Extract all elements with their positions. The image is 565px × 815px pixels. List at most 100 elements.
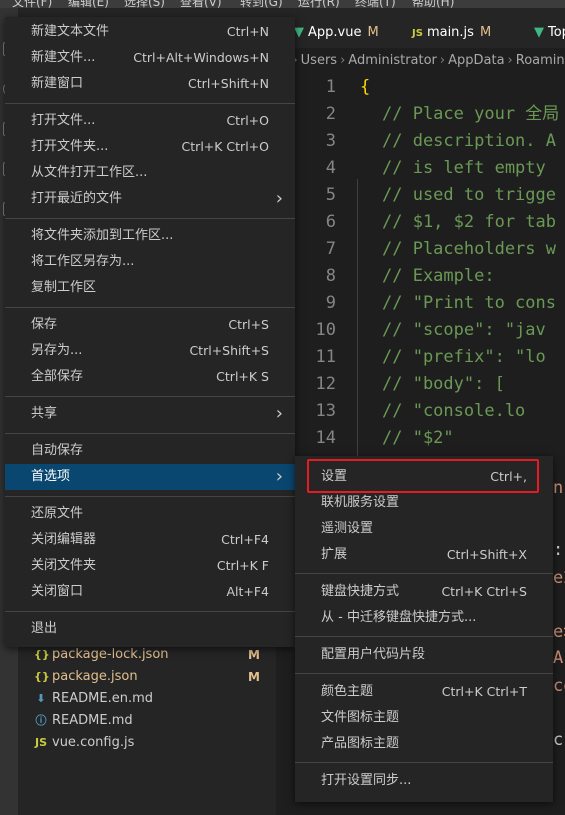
json-icon: {}: [34, 670, 50, 683]
chevron-right-icon: ›: [275, 188, 283, 209]
menu-item[interactable]: 新建文本文件 Ctrl+N: [5, 19, 295, 45]
tab-label: Top: [548, 25, 565, 40]
menu-item[interactable]: 关闭编辑器 Ctrl+F4: [5, 527, 295, 553]
menu-item[interactable]: 联机服务设置: [295, 490, 553, 516]
menu-item-label: 保存: [31, 317, 58, 332]
code-line: 10// "scope": "jav: [276, 317, 565, 344]
menu-separator: [5, 433, 295, 434]
peek-fragment: c: [553, 730, 564, 750]
breadcrumb-segment[interactable]: Users: [301, 53, 337, 68]
menu-item-label: 首选项: [31, 469, 71, 484]
menu-item[interactable]: 打开文件夹... Ctrl+K Ctrl+O: [5, 134, 295, 160]
menubar-item[interactable]: 编辑(E): [68, 0, 109, 8]
menu-item[interactable]: 还原文件: [5, 501, 295, 527]
markdown-icon: ⬇: [36, 692, 46, 705]
menu-item[interactable]: 遥测设置: [295, 516, 553, 542]
editor-tab[interactable]: JS main.js M: [412, 8, 491, 48]
menubar-item[interactable]: 终端(T): [355, 0, 396, 8]
menu-item[interactable]: 关闭文件夹 Ctrl+K F: [5, 553, 295, 579]
menu-item[interactable]: 颜色主题 Ctrl+K Ctrl+T: [295, 679, 553, 705]
peek-fragment: e>: [553, 622, 565, 642]
menubar-item[interactable]: 运行(R): [298, 0, 340, 8]
menu-item[interactable]: 产品图标主题: [295, 731, 553, 757]
menu-item[interactable]: 保存 Ctrl+S: [5, 312, 295, 338]
menu-item[interactable]: 首选项 ›: [5, 464, 295, 490]
code-line: 6// $1, $2 for tab: [276, 209, 565, 236]
menu-separator: [295, 636, 553, 637]
file-modified-badge: M: [248, 648, 260, 662]
explorer-file-item[interactable]: {} package-lock.json M: [18, 644, 276, 666]
menu-item-label: 颜色主题: [321, 684, 374, 699]
menu-item-label: 全部保存: [31, 369, 84, 384]
breadcrumb-segment[interactable]: AppData: [448, 53, 504, 68]
menu-item-label: 关闭文件夹: [31, 558, 97, 573]
explorer-file-item[interactable]: JS vue.config.js: [18, 732, 276, 754]
breadcrumb-segment[interactable]: Roamin: [516, 53, 565, 68]
menu-item-label: 打开文件夹...: [31, 139, 109, 154]
explorer-file-item[interactable]: {} package.json M: [18, 666, 276, 688]
menu-item[interactable]: 另存为... Ctrl+Shift+S: [5, 338, 295, 364]
menu-item-label: 自动保存: [31, 443, 84, 458]
menu-separator: [5, 307, 295, 308]
menu-item[interactable]: 将文件夹添加到工作区...: [5, 223, 295, 249]
vue-icon: ▼: [294, 25, 304, 40]
code-line: 9// "Print to cons: [276, 290, 565, 317]
menu-item[interactable]: 退出: [5, 616, 295, 642]
menu-item[interactable]: 打开文件... Ctrl+O: [5, 108, 295, 134]
menubar-item[interactable]: 文件(F): [12, 0, 52, 8]
menu-item[interactable]: 文件图标主题: [295, 705, 553, 731]
menu-item-label: 将文件夹添加到工作区...: [31, 228, 174, 243]
menu-item-shortcut: Ctrl+Alt+Windows+N: [133, 50, 269, 65]
menu-item[interactable]: 从文件打开工作区...: [5, 160, 295, 186]
code-line: 13// "console.lo: [276, 398, 565, 425]
peek-fragment: co: [553, 676, 565, 696]
menubar-item[interactable]: 帮助(H): [412, 0, 454, 8]
menu-item[interactable]: 将工作区另存为...: [5, 249, 295, 275]
menu-item[interactable]: 新建窗口 Ctrl+Shift+N: [5, 71, 295, 97]
menu-item-label: 遥测设置: [321, 521, 374, 536]
menu-item[interactable]: 共享 ›: [5, 401, 295, 427]
menu-item[interactable]: 新建文件... Ctrl+Alt+Windows+N: [5, 45, 295, 71]
peek-fragment: e2: [553, 568, 565, 588]
menu-item[interactable]: 键盘快捷方式 Ctrl+K Ctrl+S: [295, 579, 553, 605]
menu-item-shortcut: Ctrl+Shift+N: [188, 76, 269, 91]
menu-item[interactable]: 关闭窗口 Alt+F4: [5, 579, 295, 605]
explorer-file-item[interactable]: ⓘ README.md: [18, 710, 276, 732]
menubar-item[interactable]: 选择(S): [124, 0, 165, 8]
editor-tab[interactable]: ▼ App.vue M: [294, 8, 379, 48]
menu-separator: [5, 496, 295, 497]
menu-item[interactable]: 全部保存 Ctrl+K S: [5, 364, 295, 390]
menu-separator: [5, 218, 295, 219]
menu-item-label: 新建窗口: [31, 76, 84, 91]
menubar-item[interactable]: 转到(G): [240, 0, 283, 8]
code-text: // "scope": "jav: [382, 320, 546, 340]
menu-item[interactable]: 配置用户代码片段: [295, 642, 553, 668]
code-text: // "$2": [382, 428, 454, 448]
menu-item[interactable]: 打开最近的文件 ›: [5, 186, 295, 212]
code-line: 1{: [276, 74, 565, 101]
editor-tabs: ▼ App.vue M JSmain.js M ▼ Top: [276, 8, 565, 48]
code-text: // Place your 全局: [382, 104, 560, 124]
breadcrumb-segment[interactable]: Administrator: [348, 53, 437, 68]
breadcrumb-chevron-icon: ›: [439, 53, 446, 68]
editor-tab[interactable]: ▼ Top: [534, 8, 565, 48]
tab-modified-badge: M: [479, 25, 492, 40]
menu-item-label: 将工作区另存为...: [31, 254, 135, 269]
code-line: 8// Example:: [276, 263, 565, 290]
menubar-item[interactable]: 查看(V): [180, 0, 222, 8]
menu-item-label: 配置用户代码片段: [321, 647, 426, 662]
file-name: README.en.md: [52, 691, 153, 706]
code-line: 11// "prefix": "lo: [276, 344, 565, 371]
menu-item-shortcut: Alt+F4: [226, 584, 269, 599]
menu-item-label: 另存为...: [31, 343, 83, 358]
menu-item[interactable]: 打开设置同步...: [295, 768, 553, 794]
explorer-file-item[interactable]: ⬇ README.en.md: [18, 688, 276, 710]
menu-item[interactable]: 扩展 Ctrl+Shift+X: [295, 542, 553, 568]
menu-item-label: 还原文件: [31, 506, 84, 521]
menu-item[interactable]: 从 - 中迁移键盘快捷方式...: [295, 605, 553, 631]
tab-label: App.vue: [308, 25, 362, 40]
menu-item[interactable]: 自动保存: [5, 438, 295, 464]
file-name: README.md: [52, 713, 133, 728]
menu-item[interactable]: 复制工作区: [5, 275, 295, 301]
highlight-box: [307, 459, 539, 493]
